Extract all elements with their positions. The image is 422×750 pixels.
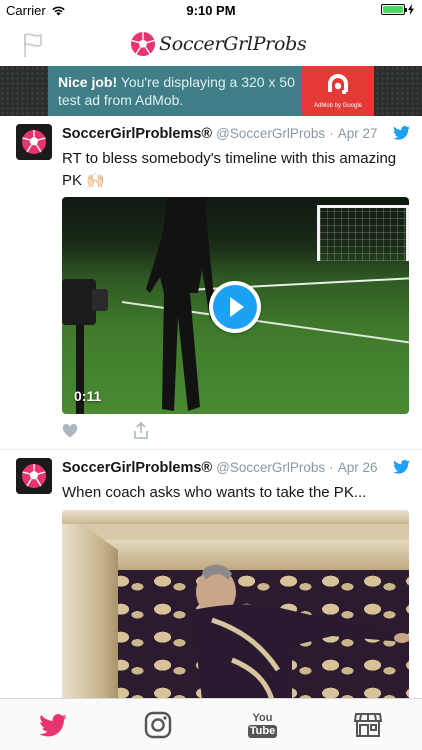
ad-message: Nice job! You're displaying a 320 x 50 t…: [58, 73, 308, 109]
navigation-bar: SoccerGrlProbs: [0, 22, 422, 66]
battery-indicator: [381, 4, 414, 15]
store-icon: [353, 713, 382, 737]
tab-instagram[interactable]: [105, 699, 210, 750]
ad-headline: Nice job!: [58, 74, 118, 90]
admob-logo-icon: [328, 74, 348, 94]
tweet-author-name[interactable]: SoccerGirlProblems®: [62, 460, 212, 476]
tweet-actions: [62, 422, 182, 441]
tweet-text: When coach asks who wants to take the PK…: [62, 484, 367, 501]
charging-bolt-icon: [408, 4, 414, 15]
goal-net: [317, 205, 409, 261]
play-icon: [213, 285, 257, 329]
tab-bar: You Tube: [0, 698, 422, 750]
tweet-card[interactable]: SoccerGirlProblems® @SoccerGrlProbs · Ap…: [0, 450, 422, 698]
avatar[interactable]: [16, 124, 52, 160]
tweet-date[interactable]: Apr 26: [338, 460, 378, 475]
admob-caption: AdMob by Google: [313, 103, 363, 109]
tweet-image[interactable]: [62, 510, 409, 698]
soccer-ball-avatar-icon: [16, 124, 52, 160]
tweet-feed[interactable]: SoccerGirlProblems® @SoccerGrlProbs · Ap…: [0, 116, 422, 698]
twitter-bird-icon[interactable]: [393, 126, 410, 140]
tweet-header: SoccerGirlProblems® @SoccerGrlProbs · Ap…: [62, 126, 402, 146]
brand-name: SoccerGrlProbs: [159, 33, 307, 55]
tweet-card[interactable]: SoccerGirlProblems® @SoccerGrlProbs · Ap…: [0, 116, 422, 450]
tweet-separator: ·: [329, 460, 334, 475]
person-lying-silhouette: [192, 564, 409, 698]
twitter-bird-icon: [38, 713, 67, 736]
youtube-label-you: You: [252, 711, 273, 724]
tweet-video[interactable]: 0:11: [62, 197, 409, 414]
ad-content[interactable]: Nice job! You're displaying a 320 x 50 t…: [48, 66, 374, 116]
tweet-separator: ·: [329, 126, 334, 141]
avatar[interactable]: [16, 458, 52, 494]
heart-icon[interactable]: [62, 423, 78, 439]
video-duration: 0:11: [74, 388, 102, 404]
play-button[interactable]: [209, 281, 261, 333]
battery-fill: [383, 6, 403, 13]
ad-banner[interactable]: Nice job! You're displaying a 320 x 50 t…: [0, 66, 422, 116]
tweet-text: RT to bless somebody's timeline with thi…: [62, 150, 397, 189]
admob-logo: AdMob by Google: [302, 66, 374, 116]
tweet-date[interactable]: Apr 27: [338, 126, 378, 141]
tab-twitter[interactable]: [0, 699, 105, 750]
ornate-frame: [62, 510, 409, 524]
instagram-icon: [144, 711, 171, 739]
tweet-header: SoccerGirlProblems® @SoccerGrlProbs · Ap…: [62, 460, 402, 480]
brand-logo: SoccerGrlProbs: [130, 24, 307, 64]
battery-icon: [381, 4, 407, 15]
status-time: 9:10 PM: [186, 3, 236, 18]
youtube-icon: You Tube: [247, 711, 278, 738]
status-bar: Carrier 9:10 PM: [0, 0, 422, 22]
tab-youtube[interactable]: You Tube: [210, 699, 315, 750]
twitter-bird-icon[interactable]: [393, 460, 410, 474]
player-silhouette: [146, 197, 216, 411]
tab-store[interactable]: [315, 699, 420, 750]
flag-icon[interactable]: [22, 32, 44, 58]
tweet-author-handle[interactable]: @SoccerGrlProbs: [216, 126, 325, 141]
share-icon[interactable]: [133, 422, 149, 440]
youtube-label-tube: Tube: [247, 724, 278, 738]
tweet-author-handle[interactable]: @SoccerGrlProbs: [216, 460, 325, 475]
soccer-ball-icon: [131, 32, 155, 56]
soccer-ball-avatar-icon: [16, 458, 52, 494]
tweet-author-name[interactable]: SoccerGirlProblems®: [62, 126, 212, 142]
